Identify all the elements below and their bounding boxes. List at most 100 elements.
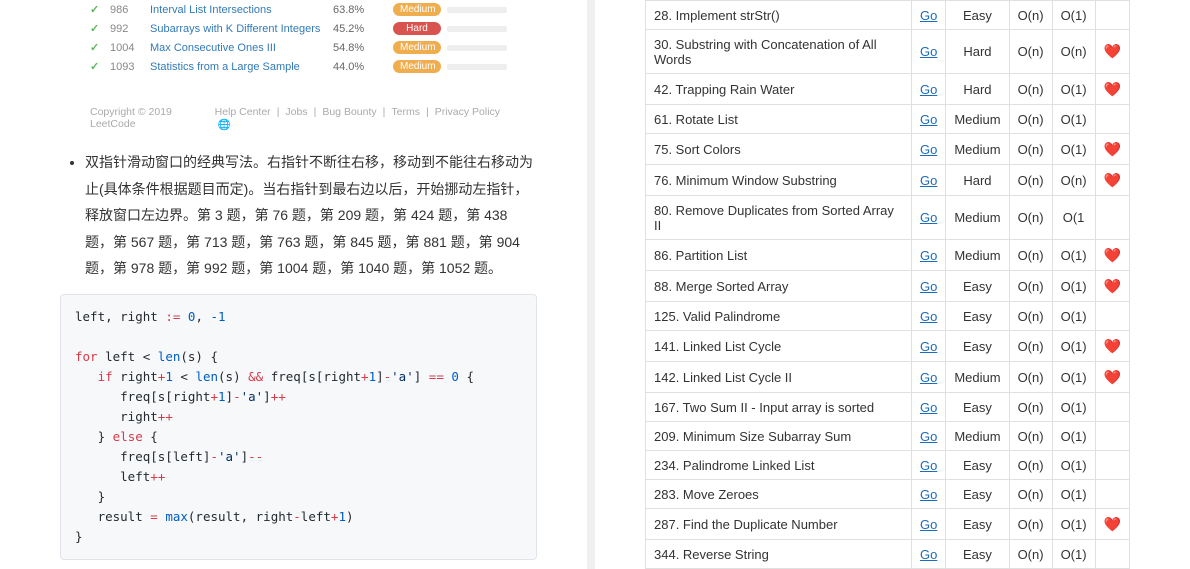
fav-cell	[1095, 451, 1129, 480]
heart-icon[interactable]: ❤️	[1104, 141, 1121, 157]
go-link[interactable]: Go	[920, 44, 937, 59]
title-cell: 142. Linked List Cycle II	[646, 362, 912, 393]
accept-rate: 44.0%	[333, 61, 393, 73]
go-link[interactable]: Go	[920, 370, 937, 385]
fav-cell: ❤️	[1095, 509, 1129, 540]
space-cell: O(1)	[1052, 540, 1095, 569]
go-link[interactable]: Go	[920, 517, 937, 532]
solution-cell: Go	[911, 30, 945, 74]
problem-row: ✓ 986 Interval List Intersections 63.8% …	[90, 0, 507, 19]
go-link[interactable]: Go	[920, 547, 937, 562]
footer-link[interactable]: Terms	[391, 106, 420, 118]
heart-icon[interactable]: ❤️	[1104, 247, 1121, 263]
solution-cell: Go	[911, 362, 945, 393]
heart-icon[interactable]: ❤️	[1104, 172, 1121, 188]
go-link[interactable]: Go	[920, 82, 937, 97]
go-link[interactable]: Go	[920, 339, 937, 354]
go-link[interactable]: Go	[920, 248, 937, 263]
problem-title-link[interactable]: Statistics from a Large Sample	[150, 61, 333, 73]
time-cell: O(n)	[1009, 196, 1052, 240]
heart-icon[interactable]: ❤️	[1104, 516, 1121, 532]
problem-title-link[interactable]: Interval List Intersections	[150, 4, 333, 16]
difficulty-cell: Easy	[946, 540, 1009, 569]
fav-cell	[1095, 302, 1129, 331]
table-row: 141. Linked List Cycle Go Easy O(n) O(1)…	[646, 331, 1130, 362]
table-row: 167. Two Sum II - Input array is sorted …	[646, 393, 1130, 422]
problem-title-link[interactable]: Max Consecutive Ones III	[150, 42, 333, 54]
title-cell: 125. Valid Palindrome	[646, 302, 912, 331]
solution-cell: Go	[911, 271, 945, 302]
go-link[interactable]: Go	[920, 487, 937, 502]
footer-link[interactable]: Privacy Policy	[435, 106, 500, 118]
table-row: 30. Substring with Concatenation of All …	[646, 30, 1130, 74]
footer-link[interactable]: Help Center	[215, 106, 271, 118]
title-cell: 234. Palindrome Linked List	[646, 451, 912, 480]
title-cell: 287. Find the Duplicate Number	[646, 509, 912, 540]
difficulty-cell: Hard	[946, 74, 1009, 105]
go-link[interactable]: Go	[920, 8, 937, 23]
go-link[interactable]: Go	[920, 458, 937, 473]
space-cell: O(1)	[1052, 509, 1095, 540]
space-cell: O(1)	[1052, 105, 1095, 134]
widget-footer: Copyright © 2019 LeetCode Help Center|Jo…	[60, 106, 537, 131]
time-cell: O(n)	[1009, 302, 1052, 331]
table-row: 125. Valid Palindrome Go Easy O(n) O(1)	[646, 302, 1130, 331]
time-cell: O(n)	[1009, 422, 1052, 451]
space-cell: O(1)	[1052, 393, 1095, 422]
difficulty-cell: Easy	[946, 451, 1009, 480]
time-cell: O(n)	[1009, 1, 1052, 30]
footer-link[interactable]: Jobs	[285, 106, 307, 118]
check-icon: ✓	[90, 3, 110, 16]
solution-cell: Go	[911, 422, 945, 451]
fav-cell	[1095, 196, 1129, 240]
footer-link[interactable]: Bug Bounty	[322, 106, 376, 118]
heart-icon[interactable]: ❤️	[1104, 369, 1121, 385]
check-icon: ✓	[90, 41, 110, 54]
solution-cell: Go	[911, 105, 945, 134]
globe-icon[interactable]: 🌐	[218, 119, 231, 131]
fav-cell	[1095, 540, 1129, 569]
solution-cell: Go	[911, 1, 945, 30]
problem-row: ✓ 1004 Max Consecutive Ones III 54.8% Me…	[90, 38, 507, 57]
fav-cell	[1095, 105, 1129, 134]
go-link[interactable]: Go	[920, 429, 937, 444]
table-row: 61. Rotate List Go Medium O(n) O(1)	[646, 105, 1130, 134]
heart-icon[interactable]: ❤️	[1104, 81, 1121, 97]
space-cell: O(1)	[1052, 331, 1095, 362]
solution-cell: Go	[911, 480, 945, 509]
difficulty-cell: Hard	[946, 30, 1009, 74]
fav-cell	[1095, 393, 1129, 422]
table-row: 142. Linked List Cycle II Go Medium O(n)…	[646, 362, 1130, 393]
go-link[interactable]: Go	[920, 173, 937, 188]
freq-bar	[447, 45, 507, 51]
heart-icon[interactable]: ❤️	[1104, 43, 1121, 59]
space-cell: O(1)	[1052, 271, 1095, 302]
freq-bar	[447, 64, 507, 70]
difficulty-cell: Medium	[946, 196, 1009, 240]
go-link[interactable]: Go	[920, 400, 937, 415]
table-row: 283. Move Zeroes Go Easy O(n) O(1)	[646, 480, 1130, 509]
fav-cell: ❤️	[1095, 74, 1129, 105]
go-link[interactable]: Go	[920, 142, 937, 157]
table-row: 80. Remove Duplicates from Sorted Array …	[646, 196, 1130, 240]
time-cell: O(n)	[1009, 240, 1052, 271]
go-link[interactable]: Go	[920, 112, 937, 127]
problem-title-link[interactable]: Subarrays with K Different Integers	[150, 23, 333, 35]
heart-icon[interactable]: ❤️	[1104, 278, 1121, 294]
title-cell: 75. Sort Colors	[646, 134, 912, 165]
go-link[interactable]: Go	[920, 279, 937, 294]
heart-icon[interactable]: ❤️	[1104, 338, 1121, 354]
solution-cell: Go	[911, 331, 945, 362]
time-cell: O(n)	[1009, 362, 1052, 393]
space-cell: O(1)	[1052, 422, 1095, 451]
solution-cell: Go	[911, 196, 945, 240]
difficulty-cell: Easy	[946, 393, 1009, 422]
difficulty-cell: Easy	[946, 480, 1009, 509]
copyright: Copyright © 2019 LeetCode	[90, 106, 212, 131]
go-link[interactable]: Go	[920, 309, 937, 324]
go-link[interactable]: Go	[920, 210, 937, 225]
title-cell: 61. Rotate List	[646, 105, 912, 134]
fav-cell: ❤️	[1095, 331, 1129, 362]
table-row: 75. Sort Colors Go Medium O(n) O(1) ❤️	[646, 134, 1130, 165]
difficulty-cell: Easy	[946, 331, 1009, 362]
